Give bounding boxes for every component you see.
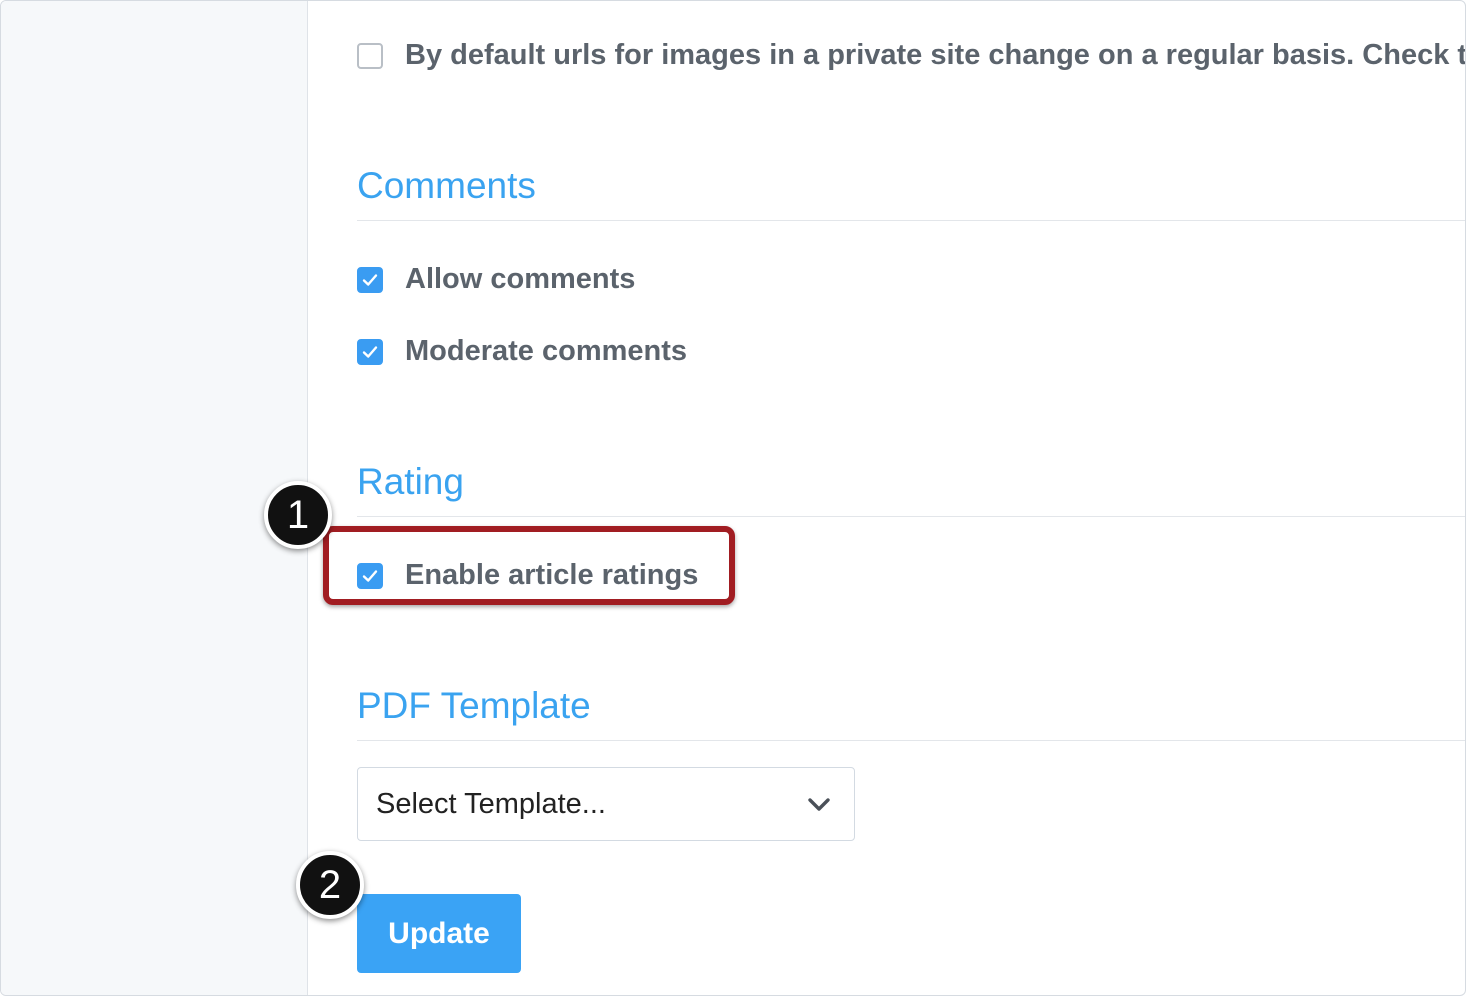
rating-divider [357,516,1465,517]
check-icon [362,345,378,358]
allow-comments-checkbox[interactable] [357,266,383,293]
allow-comments-option[interactable]: Allow comments [357,263,635,296]
private-images-label: By default urls for images in a private … [405,39,1466,71]
private-images-option[interactable]: By default urls for images in a private … [357,39,1466,72]
update-button[interactable]: Update [357,894,521,973]
comments-section-title: Comments [357,165,536,206]
private-images-checkbox[interactable] [357,42,383,69]
enable-ratings-highlight [323,526,735,605]
settings-content: By default urls for images in a private … [357,1,1465,995]
moderate-comments-label: Moderate comments [405,335,688,367]
rating-section-title: Rating [357,461,464,502]
step-2-badge: 2 [296,851,364,919]
chevron-down-icon [808,798,830,811]
pdf-template-section-title: PDF Template [357,685,591,726]
step-1-badge: 1 [264,481,332,549]
allow-comments-label: Allow comments [405,263,636,295]
pdf-template-divider [357,740,1465,741]
window-frame: By default urls for images in a private … [0,0,1466,996]
sidebar [1,1,308,995]
moderate-comments-checkbox[interactable] [357,338,383,365]
comments-divider [357,220,1465,221]
pdf-template-select-value: Select Template... [376,787,606,820]
moderate-comments-option[interactable]: Moderate comments [357,335,687,368]
pdf-template-select[interactable]: Select Template... [357,767,855,841]
check-icon [362,273,378,286]
